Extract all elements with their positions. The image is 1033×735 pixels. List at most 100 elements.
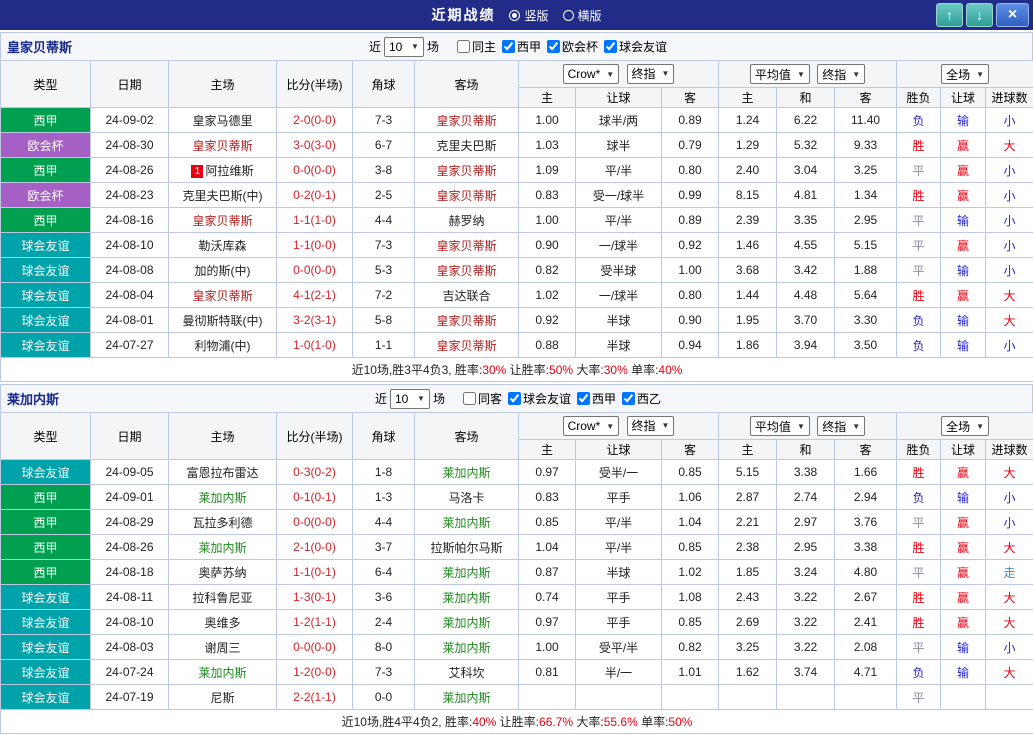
match-score[interactable]: 0-0(0-0)	[277, 635, 353, 660]
league-filter-input[interactable]	[577, 392, 590, 405]
home-team[interactable]: 莱加内斯	[169, 535, 277, 560]
match-score[interactable]: 0-1(0-1)	[277, 485, 353, 510]
home-team[interactable]: 富恩拉布雷达	[169, 460, 277, 485]
away-team[interactable]: 皇家贝蒂斯	[415, 108, 519, 133]
same-venue-checkbox[interactable]: 同主	[452, 38, 496, 55]
match-date: 24-09-01	[91, 485, 169, 510]
odds-kind-select[interactable]: 终指▼	[627, 64, 675, 84]
home-team[interactable]: 谢周三	[169, 635, 277, 660]
away-team[interactable]: 皇家贝蒂斯	[415, 308, 519, 333]
result-handicap: 赢	[941, 460, 986, 485]
away-team[interactable]: 皇家贝蒂斯	[415, 333, 519, 358]
home-team[interactable]: 尼斯	[169, 685, 277, 710]
match-score[interactable]: 0-0(0-0)	[277, 510, 353, 535]
away-team[interactable]: 吉达联合	[415, 283, 519, 308]
match-score[interactable]: 0-3(0-2)	[277, 460, 353, 485]
match-score[interactable]: 3-0(3-0)	[277, 133, 353, 158]
away-team[interactable]: 皇家贝蒂斯	[415, 258, 519, 283]
move-down-button[interactable]: ↓	[966, 3, 993, 27]
match-score[interactable]: 2-2(1-1)	[277, 685, 353, 710]
league-filter-input[interactable]	[604, 40, 617, 53]
avg-away: 11.40	[835, 108, 897, 133]
odds-kind-select[interactable]: 终指▼	[627, 416, 675, 436]
match-score[interactable]: 1-1(0-1)	[277, 560, 353, 585]
match-score[interactable]: 0-0(0-0)	[277, 158, 353, 183]
away-team[interactable]: 莱加内斯	[415, 635, 519, 660]
same-venue-input[interactable]	[457, 40, 470, 53]
away-team[interactable]: 皇家贝蒂斯	[415, 183, 519, 208]
home-team[interactable]: 莱加内斯	[169, 485, 277, 510]
league-filter-input[interactable]	[502, 40, 515, 53]
move-up-button[interactable]: ↑	[936, 3, 963, 27]
match-score[interactable]: 1-1(0-0)	[277, 233, 353, 258]
match-score[interactable]: 2-0(0-0)	[277, 108, 353, 133]
league-filter-input[interactable]	[508, 392, 521, 405]
home-team[interactable]: 曼彻斯特联(中)	[169, 308, 277, 333]
league-filter-input[interactable]	[622, 392, 635, 405]
match-score[interactable]: 1-2(1-1)	[277, 610, 353, 635]
home-team[interactable]: 奥维多	[169, 610, 277, 635]
match-score[interactable]: 1-2(0-0)	[277, 660, 353, 685]
fullmatch-select[interactable]: 全场 ▼	[941, 64, 989, 84]
summary-text: 单率:	[638, 715, 669, 729]
match-score[interactable]: 1-0(1-0)	[277, 333, 353, 358]
titlebar: 近期战绩 竖版 横版 ↑ ↓ ×	[0, 0, 1033, 30]
away-team[interactable]: 赫罗纳	[415, 208, 519, 233]
match-score[interactable]: 0-2(0-1)	[277, 183, 353, 208]
home-team[interactable]: 加的斯(中)	[169, 258, 277, 283]
match-score[interactable]: 1-3(0-1)	[277, 585, 353, 610]
home-team[interactable]: 瓦拉多利德	[169, 510, 277, 535]
league-filter-checkbox[interactable]: 西乙	[617, 390, 661, 407]
same-venue-input[interactable]	[463, 392, 476, 405]
average-select[interactable]: 平均值▼	[750, 416, 810, 436]
league-filter-checkbox[interactable]: 西甲	[572, 390, 616, 407]
home-team[interactable]: 皇家马德里	[169, 108, 277, 133]
match-score[interactable]: 2-1(0-0)	[277, 535, 353, 560]
recent-count-select[interactable]: 10 ▼	[390, 389, 430, 409]
same-venue-checkbox[interactable]: 同客	[458, 390, 502, 407]
away-team[interactable]: 莱加内斯	[415, 585, 519, 610]
away-team[interactable]: 莱加内斯	[415, 460, 519, 485]
view-horizontal-radio[interactable]: 横版	[563, 7, 602, 24]
home-team[interactable]: 克里夫巴斯(中)	[169, 183, 277, 208]
home-team[interactable]: 利物浦(中)	[169, 333, 277, 358]
home-team[interactable]: 皇家贝蒂斯	[169, 133, 277, 158]
home-team[interactable]: 奥萨苏纳	[169, 560, 277, 585]
bookmaker-select[interactable]: Crow*▼	[563, 416, 620, 436]
away-team[interactable]: 马洛卡	[415, 485, 519, 510]
away-team[interactable]: 艾科坎	[415, 660, 519, 685]
away-team[interactable]: 拉斯帕尔马斯	[415, 535, 519, 560]
away-team[interactable]: 莱加内斯	[415, 510, 519, 535]
home-team[interactable]: 皇家贝蒂斯	[169, 283, 277, 308]
match-score[interactable]: 4-1(2-1)	[277, 283, 353, 308]
fullmatch-select[interactable]: 全场▼	[941, 416, 989, 436]
home-team[interactable]: 1阿拉维斯	[169, 158, 277, 183]
league-filter-checkbox[interactable]: 球会友谊	[599, 38, 667, 55]
recent-count-select[interactable]: 10 ▼	[384, 37, 424, 57]
away-team[interactable]: 莱加内斯	[415, 685, 519, 710]
home-team[interactable]: 拉科鲁尼亚	[169, 585, 277, 610]
away-team[interactable]: 莱加内斯	[415, 560, 519, 585]
avg-kind-select[interactable]: 终指▼	[817, 416, 865, 436]
match-score[interactable]: 0-0(0-0)	[277, 258, 353, 283]
home-team[interactable]: 勒沃库森	[169, 233, 277, 258]
league-filter-checkbox[interactable]: 欧会杯	[542, 38, 598, 55]
chevron-down-icon: ▼	[976, 70, 984, 79]
match-score[interactable]: 1-1(1-0)	[277, 208, 353, 233]
league-filter-input[interactable]	[547, 40, 560, 53]
bookmaker-select[interactable]: Crow*▼	[563, 64, 620, 84]
home-team[interactable]: 皇家贝蒂斯	[169, 208, 277, 233]
away-team[interactable]: 克里夫巴斯	[415, 133, 519, 158]
league-filter-checkbox[interactable]: 球会友谊	[503, 390, 571, 407]
view-vertical-radio[interactable]: 竖版	[509, 7, 548, 24]
league-filter-checkbox[interactable]: 西甲	[497, 38, 541, 55]
avg-kind-select[interactable]: 终指▼	[817, 64, 865, 84]
close-button[interactable]: ×	[996, 3, 1029, 27]
away-team[interactable]: 皇家贝蒂斯	[415, 233, 519, 258]
fullmatch-value: 全场	[946, 66, 970, 83]
away-team[interactable]: 皇家贝蒂斯	[415, 158, 519, 183]
away-team[interactable]: 莱加内斯	[415, 610, 519, 635]
home-team[interactable]: 莱加内斯	[169, 660, 277, 685]
match-score[interactable]: 3-2(3-1)	[277, 308, 353, 333]
average-select[interactable]: 平均值▼	[750, 64, 810, 84]
